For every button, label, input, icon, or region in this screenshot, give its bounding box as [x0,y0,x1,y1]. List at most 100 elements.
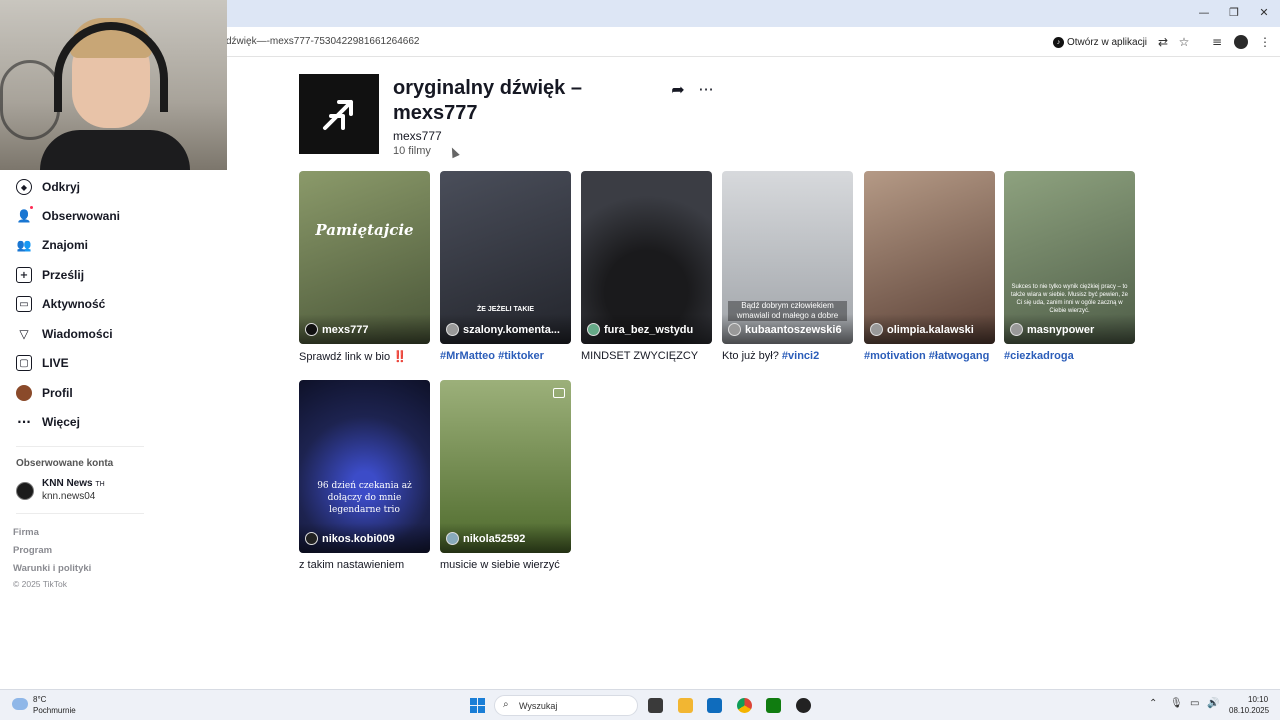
video-thumbnail[interactable]: nikola52592 [440,380,571,553]
friends-icon: 👥 [16,238,32,252]
footer-link-terms[interactable]: Warunki i polityki [13,563,91,574]
video-username: masnypower [1027,323,1095,336]
hashtag[interactable]: #łatwogang [929,350,990,362]
video-card[interactable]: fura_bez_wstydu MINDSET ZWYCIĘZCY [581,171,712,362]
sidebar-item-label: Wiadomości [42,327,113,341]
user-avatar [870,323,883,336]
account-badge: TH [95,481,105,488]
sidebar-item-label: Aktywność [42,297,106,311]
sidebar-item-profil[interactable]: Profil [16,383,73,403]
user-avatar [728,323,741,336]
search-icon: ⌕ [503,699,509,710]
double-exclamation-icon: ‼️ [393,351,407,363]
sidebar-item-wiecej[interactable]: ··· Więcej [16,412,80,432]
video-card[interactable]: ŻE JEŻELI TAKIE szalony.komenta... #MrMa… [440,171,571,362]
sidebar-item-live[interactable]: ▢ LIVE [16,353,69,373]
volume-icon[interactable]: 🔊 [1207,698,1219,709]
video-username: mexs777 [322,323,369,336]
hashtag[interactable]: #tiktoker [498,350,544,362]
clock-date[interactable]: 08.10.2025 [1229,706,1269,715]
taskbar-search[interactable]: ⌕ Wyszukaj [494,695,638,716]
sidebar-item-aktywnosc[interactable]: ▭ Aktywność [16,294,105,314]
tiktok-icon: ♪ [1053,36,1064,48]
video-card[interactable]: 96 dzień czekania aż dołączy do mnie leg… [299,380,430,571]
sound-cover [299,74,379,154]
sidebar-divider [16,446,144,447]
display-icon[interactable]: ▭ [1190,698,1199,709]
user-avatar [305,323,318,336]
video-thumbnail[interactable]: Sukces to nie tylko wynik ciężkiej pracy… [1004,171,1135,344]
sidebar-item-label: Odkryj [42,180,81,194]
sidebar-item-label: LIVE [42,356,69,370]
more-options-icon[interactable]: ··· [696,80,716,100]
user-avatar [446,532,459,545]
maximize-button[interactable]: ❐ [1218,5,1250,21]
video-card[interactable]: olimpia.kalawski #motivation #łatwogang [864,171,995,362]
windows-start-icon[interactable] [470,698,485,713]
sidebar-item-label: Profil [42,386,73,400]
weather-desc[interactable]: Pochmurnie [33,706,76,715]
footer-link-program[interactable]: Program [13,545,52,556]
profile-avatar [16,385,32,401]
outlook-icon[interactable] [707,698,722,713]
footer-link-firma[interactable]: Firma [13,527,39,538]
open-in-app-button[interactable]: ♪ Otwórz w aplikacji [1053,34,1147,50]
share-icon[interactable]: ➦ [668,80,688,100]
followed-account-item[interactable]: KNN News TH knn.news04 [16,478,105,503]
tray-chevron-icon[interactable]: ⌃ [1149,698,1157,709]
sidebar-item-obserwowani[interactable]: 👤 Obserwowani [16,206,121,226]
video-caption: MINDSET ZWYCIĘZCY [581,350,699,362]
video-card[interactable]: Sukces to nie tylko wynik ciężkiej pracy… [1004,171,1135,362]
sidebar-item-znajomi[interactable]: 👥 Znajomi [16,235,89,255]
video-username: szalony.komenta... [463,323,560,336]
video-card[interactable]: Bądź dobrym człowiekiem wmawiali od małe… [722,171,853,362]
close-window-button[interactable]: ✕ [1248,5,1280,21]
hashtag[interactable]: #motivation [864,350,926,362]
taskbar: 8°C Pochmurnie ⌕ Wyszukaj ⌃ 🎙 ▭ 🔊 10:10 … [0,689,1280,720]
browser-profile-avatar[interactable] [1234,35,1248,49]
video-overlay-text: 96 dzień czekania aż dołączy do mnie leg… [317,481,412,515]
reading-list-icon[interactable]: ≡ [1209,34,1225,50]
video-caption: z takim nastawieniem [299,559,405,571]
minimize-button[interactable]: — [1188,5,1220,21]
live-icon: ▢ [16,355,32,371]
user-avatar [305,532,318,545]
notification-dot [30,206,33,209]
chrome-icon[interactable] [737,698,752,713]
terminal-app-icon[interactable] [648,698,663,713]
cloud-icon[interactable] [12,698,28,710]
video-card[interactable]: Pamiętajcie mexs777 Sprawdź link w bio ‼… [299,171,430,363]
obs-icon[interactable] [796,698,811,713]
hashtag[interactable]: #MrMatteo [440,350,495,362]
microphone-icon[interactable]: 🎙 [1170,698,1183,709]
copyright: © 2025 TikTok [13,579,67,589]
sound-title: oryginalny dźwięk – mexs777 [393,77,582,124]
sidebar-divider [16,513,144,514]
translate-icon[interactable]: ⇄ [1155,34,1171,50]
clock-time[interactable]: 10:10 [1248,695,1268,704]
url-field[interactable]: dźwięk—-mexs777-7530422981661264662 [226,36,419,47]
video-thumbnail[interactable]: fura_bez_wstydu [581,171,712,344]
video-caption: #MrMatteo #tiktoker [440,350,571,362]
sidebar-item-odkryj[interactable]: ◆ Odkryj [16,177,80,197]
hashtag[interactable]: #ciezkadroga [1004,350,1074,362]
activity-icon: ▭ [16,296,32,312]
video-thumbnail[interactable]: olimpia.kalawski [864,171,995,344]
video-card[interactable]: nikola52592 musicie w siebie wierzyć [440,380,571,571]
weather-temp[interactable]: 8°C [33,695,46,704]
xbox-icon[interactable] [766,698,781,713]
video-thumbnail[interactable]: Bądź dobrym człowiekiem wmawiali od małe… [722,171,853,344]
sound-author[interactable]: mexs777 [393,129,442,143]
following-icon: 👤 [16,209,32,223]
sidebar-item-wiadomosci[interactable]: ▽ Wiadomości [16,324,113,344]
video-thumbnail[interactable]: Pamiętajcie mexs777 [299,171,430,344]
file-explorer-icon[interactable] [678,698,693,713]
bookmark-star-icon[interactable]: ☆ [1176,34,1192,50]
video-thumbnail[interactable]: 96 dzień czekania aż dołączy do mnie leg… [299,380,430,553]
video-thumbnail[interactable]: ŻE JEŻELI TAKIE szalony.komenta... [440,171,571,344]
browser-menu-icon[interactable]: ⋮ [1257,34,1273,50]
video-username: kubaantoszewski6 [745,323,842,336]
sidebar-item-przeslij[interactable]: + Prześlij [16,265,84,285]
hashtag[interactable]: #vinci2 [782,350,819,362]
account-name: KNN News [42,478,93,489]
